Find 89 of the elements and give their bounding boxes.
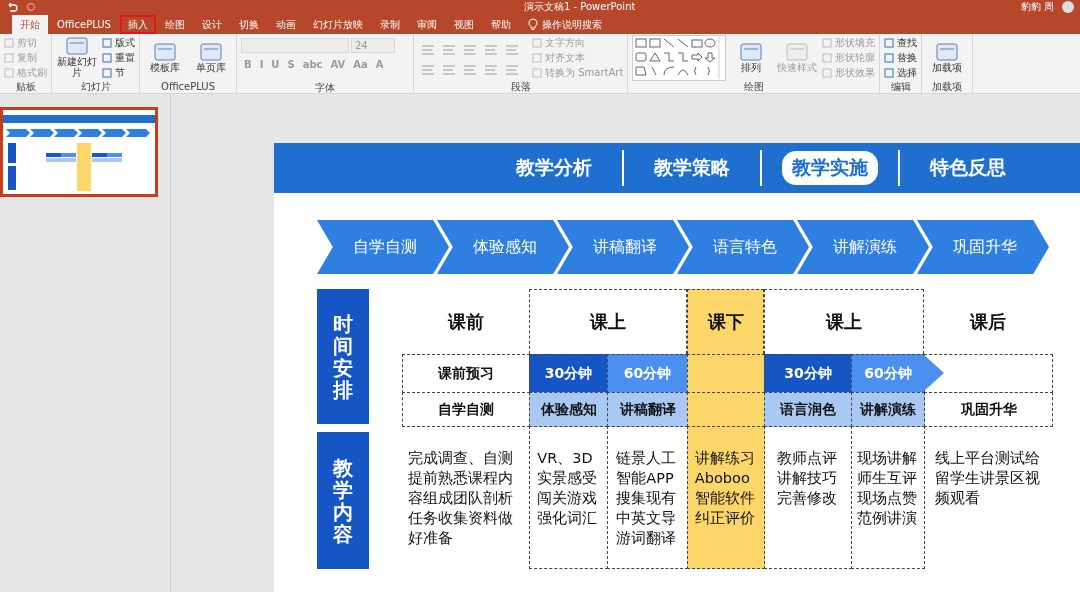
phase-heading: 课下 [687,289,764,354]
ribbon-tab[interactable]: 设计 [193,15,230,34]
ribbon-tab[interactable]: OfficePLUS [49,15,119,34]
step-chevron: 讲解演练 [797,220,929,274]
square-icon [154,42,176,61]
square-icon [822,67,833,78]
step-chevron: 语言特色 [677,220,809,274]
square-icon [200,42,222,61]
schedule-cell: 30分钟 [764,354,852,393]
section-label: 教学分析 [514,155,593,180]
square-icon [786,42,809,61]
group-label: 编辑 [889,81,912,92]
schedule-cell: 体验感知 [529,392,608,427]
row-label: 时间安排 [317,289,369,424]
square-icon [822,52,833,63]
square-icon [4,67,14,78]
ribbon-tab[interactable]: 切换 [230,15,267,34]
ribbon-tab[interactable]: 开始 [12,15,48,34]
square-icon [4,37,14,48]
step-chevron: 自学自测 [317,220,449,274]
ribbon-tab[interactable]: 绘图 [156,15,193,34]
schedule-cell: 巩固升华 [924,392,1053,427]
ribbon-button[interactable]: 替换 [884,50,918,65]
schedule-cell: 30分钟 [529,354,608,393]
row-label: 教学内容 [317,432,369,569]
content-cell-text: 完成调查、自测提前熟悉课程内容组成团队剖析任务收集资料做好准备 [407,449,514,548]
ribbon-button[interactable]: 节 [102,65,135,80]
group-label: 段落 [509,81,532,92]
ribbon-button[interactable]: 查找 [884,35,918,50]
ribbon-button[interactable]: 选择 [884,65,918,80]
ribbon-button[interactable]: 排列 [730,42,773,73]
square-icon [102,67,112,78]
square-icon [884,67,895,78]
square-icon [740,42,763,61]
schedule-cell: 讲解演练 [851,392,925,427]
ribbon-button[interactable]: 重置 [102,50,135,65]
step-chevron: 巩固升华 [917,220,1049,274]
slide-thumbnail-drawing[interactable] [0,107,158,197]
content-cell: VR、3D实景感受闯关游戏强化词汇 [529,426,608,569]
square-icon [532,67,542,78]
schedule-cell: 60分钟 [607,354,688,393]
square-icon [884,52,895,63]
section-label: 教学实施 [782,151,878,185]
tell-me-search[interactable]: 操作说明搜索 [527,15,622,34]
ribbon-tab[interactable]: 幻灯片放映 [304,15,371,34]
ribbon-tab[interactable]: 动画 [267,15,304,34]
shape-gallery-drawing[interactable] [632,34,727,81]
square-icon [822,37,833,48]
square-icon [102,52,112,63]
ribbon-button[interactable]: 版式 [102,35,135,50]
phase-heading: 课前 [446,309,485,334]
ribbon-tab[interactable]: 审阅 [408,15,445,34]
square-icon [532,52,542,63]
undo-icon[interactable] [6,2,18,12]
step-chevron: 体验感知 [437,220,569,274]
square-icon [102,37,112,48]
ribbon-tab[interactable]: 视图 [445,15,482,34]
group-label: 加载项 [931,81,964,92]
group-label: OfficePLUS [160,81,216,92]
ribbon-tab[interactable]: 插入 [119,15,156,34]
ribbon-tab[interactable]: 录制 [371,15,408,34]
ribbon-tab[interactable]: 帮助 [482,15,519,34]
group-label: 字体 [314,82,336,93]
schedule-cell: 讲稿翻译 [607,392,688,427]
lightbulb-icon [527,18,538,31]
square-icon [936,42,959,61]
phase-heading: 课后 [968,309,1007,334]
user-name: 豹豹 周 [1020,1,1054,13]
ribbon-button[interactable]: 加载项 [926,42,969,73]
content-cell-text: 线上平台测试给留学生讲景区视频观看 [934,449,1042,508]
square-icon [4,52,14,63]
ribbon-button[interactable]: 新建幻灯片 [56,37,98,78]
content-cell: 现场讲解师生互评现场点赞范例讲演 [851,426,925,569]
schedule-cell: 语言润色 [764,392,852,427]
circle-icon[interactable] [26,2,36,12]
ribbon-button[interactable]: 模板库 [144,42,186,73]
step-chevron: 讲稿翻译 [557,220,689,274]
group-label: 幻灯片 [79,81,112,92]
group-label: 绘图 [742,81,765,92]
square-icon [66,37,88,55]
square-icon [532,37,542,48]
section-label: 特色反思 [928,155,1007,180]
section-label: 教学策略 [652,155,731,180]
group-label: 贴板 [14,81,37,92]
avatar-icon[interactable] [1062,1,1074,13]
window-title: 演示文稿1 - PowerPoint [524,1,636,13]
ribbon-button[interactable]: 单页库 [190,42,232,73]
content-cell: 讲解练习Aboboo智能软件纠正评价 [687,426,765,569]
square-icon [884,37,895,48]
